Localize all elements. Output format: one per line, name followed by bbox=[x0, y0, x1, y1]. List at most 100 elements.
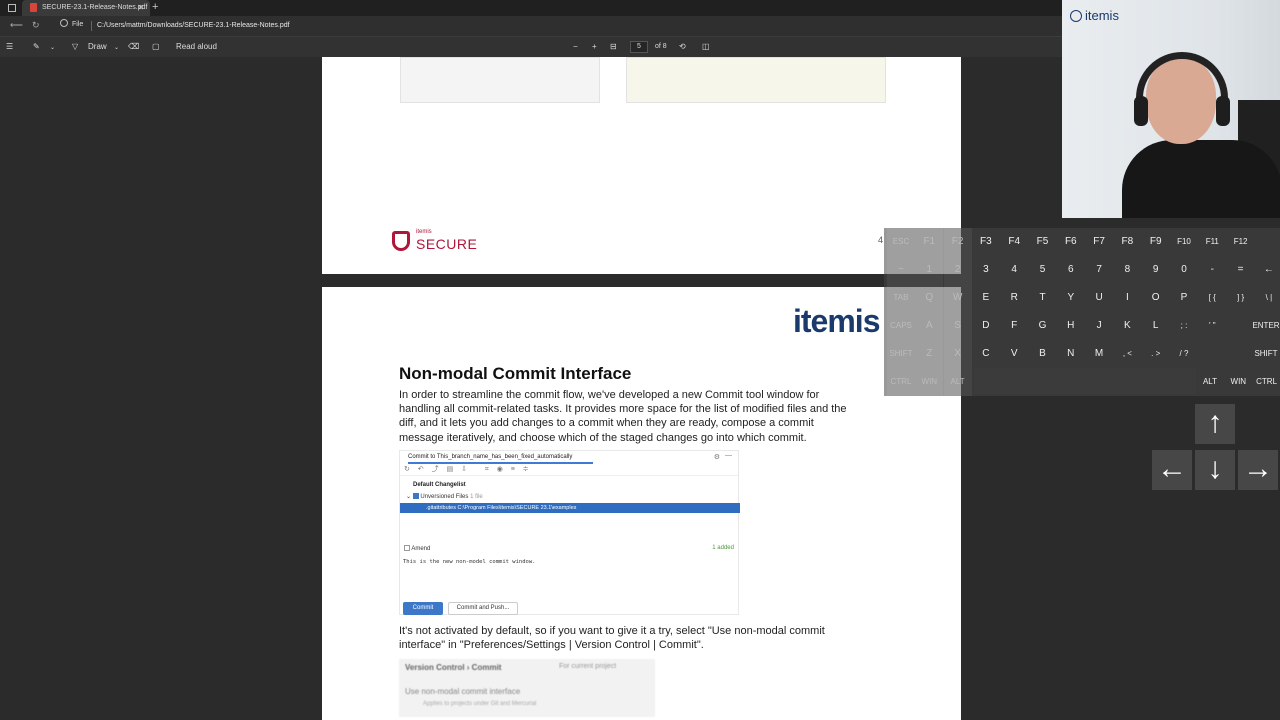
key-right-alt[interactable]: ALT bbox=[1196, 368, 1224, 396]
key-esc[interactable]: ESC bbox=[887, 228, 915, 256]
key-7[interactable]: 7 bbox=[1085, 256, 1113, 284]
key-f10[interactable]: F10 bbox=[1170, 228, 1198, 256]
eraser-icon[interactable]: ⌫ bbox=[128, 42, 139, 51]
key-f4[interactable]: F4 bbox=[1000, 228, 1028, 256]
contents-menu-icon[interactable]: ☰ bbox=[6, 42, 13, 51]
key-c[interactable]: C bbox=[972, 340, 1000, 368]
key-[interactable]: ← bbox=[1255, 256, 1280, 284]
key-[interactable]: = bbox=[1227, 256, 1255, 284]
key-4[interactable]: 4 bbox=[1000, 256, 1028, 284]
url-field[interactable]: C:/Users/mattm/Downloads/SECURE-23.1-Rel… bbox=[97, 22, 290, 29]
key-[interactable]: ; : bbox=[1170, 312, 1198, 340]
spacebar-key[interactable] bbox=[974, 368, 1196, 394]
key-f5[interactable]: F5 bbox=[1029, 228, 1057, 256]
key-[interactable]: , < bbox=[1113, 340, 1141, 368]
key-left-alt[interactable]: ALT bbox=[943, 368, 972, 396]
site-info-chip[interactable]: File bbox=[60, 19, 83, 28]
key-shift[interactable]: SHIFT bbox=[1252, 340, 1280, 368]
arrow-down-key[interactable]: ↓ bbox=[1195, 450, 1235, 490]
key-p[interactable]: P bbox=[1170, 284, 1198, 312]
key-[interactable]: ] } bbox=[1227, 284, 1255, 312]
key-1[interactable]: 1 bbox=[915, 256, 944, 284]
key-9[interactable]: 9 bbox=[1142, 256, 1170, 284]
new-tab-button[interactable]: + bbox=[152, 1, 158, 13]
draw-icon[interactable]: ▽ bbox=[72, 42, 78, 51]
key-n[interactable]: N bbox=[1057, 340, 1085, 368]
zoom-in-button[interactable]: + bbox=[592, 42, 597, 51]
key-j[interactable]: J bbox=[1085, 312, 1113, 340]
window-menu-icon[interactable] bbox=[8, 4, 16, 12]
key-shift[interactable]: SHIFT bbox=[887, 340, 915, 368]
key-left-win[interactable]: WIN bbox=[915, 368, 944, 396]
key-0[interactable]: 0 bbox=[1170, 256, 1198, 284]
key-3[interactable]: 3 bbox=[972, 256, 1000, 284]
key-[interactable]: . > bbox=[1142, 340, 1170, 368]
arrow-left-key[interactable]: ← bbox=[1152, 450, 1192, 490]
read-aloud-button[interactable]: Read aloud bbox=[176, 42, 217, 51]
key-l[interactable]: L bbox=[1142, 312, 1170, 340]
draw-button[interactable]: Draw bbox=[88, 42, 107, 51]
key-f6[interactable]: F6 bbox=[1057, 228, 1085, 256]
highlight-icon[interactable]: ✎ bbox=[33, 42, 40, 51]
key-o[interactable]: O bbox=[1142, 284, 1170, 312]
key-[interactable]: ~ bbox=[887, 256, 915, 284]
key-[interactable]: [ { bbox=[1198, 284, 1226, 312]
key-s[interactable]: S bbox=[943, 312, 972, 340]
arrow-up-key[interactable]: ↑ bbox=[1195, 404, 1235, 444]
key-f1[interactable]: F1 bbox=[915, 228, 944, 256]
key-v[interactable]: V bbox=[1000, 340, 1028, 368]
fit-page-icon[interactable]: ⊟ bbox=[610, 42, 617, 51]
key-k[interactable]: K bbox=[1113, 312, 1141, 340]
page-number-input[interactable]: 5 bbox=[630, 41, 648, 53]
key-right-win[interactable]: WIN bbox=[1224, 368, 1252, 396]
highlight-dropdown-icon[interactable]: ⌄ bbox=[50, 44, 55, 51]
key-f[interactable]: F bbox=[1000, 312, 1028, 340]
key-t[interactable]: T bbox=[1029, 284, 1057, 312]
key-f7[interactable]: F7 bbox=[1085, 228, 1113, 256]
page-view-icon[interactable]: ◫ bbox=[702, 42, 710, 51]
key-e[interactable]: E bbox=[972, 284, 1000, 312]
tab-release-notes[interactable]: SECURE-23.1-Release-Notes.pdf ✕ bbox=[22, 0, 150, 16]
key-f11[interactable]: F11 bbox=[1198, 228, 1226, 256]
draw-dropdown-icon[interactable]: ⌄ bbox=[114, 44, 119, 51]
key-[interactable]: ' " bbox=[1198, 312, 1226, 340]
key-u[interactable]: U bbox=[1085, 284, 1113, 312]
zoom-out-button[interactable]: − bbox=[573, 42, 578, 51]
key-g[interactable]: G bbox=[1029, 312, 1057, 340]
key-f3[interactable]: F3 bbox=[972, 228, 1000, 256]
key-[interactable]: \ | bbox=[1255, 284, 1280, 312]
key-b[interactable]: B bbox=[1029, 340, 1057, 368]
key-f12[interactable]: F12 bbox=[1227, 228, 1255, 256]
key-a[interactable]: A bbox=[915, 312, 944, 340]
key-q[interactable]: Q bbox=[915, 284, 944, 312]
read-aloud-icon[interactable]: ▢ bbox=[152, 42, 160, 51]
tab-close-icon[interactable]: ✕ bbox=[137, 3, 144, 12]
key-[interactable]: - bbox=[1198, 256, 1226, 284]
key-w[interactable]: W bbox=[943, 284, 972, 312]
key-z[interactable]: Z bbox=[915, 340, 944, 368]
key-d[interactable]: D bbox=[972, 312, 1000, 340]
key-right-ctrl[interactable]: CTRL bbox=[1253, 368, 1280, 396]
key-y[interactable]: Y bbox=[1057, 284, 1085, 312]
key-5[interactable]: 5 bbox=[1029, 256, 1057, 284]
key-caps[interactable]: CAPS bbox=[887, 312, 915, 340]
key-i[interactable]: I bbox=[1113, 284, 1141, 312]
arrow-right-key[interactable]: → bbox=[1238, 450, 1278, 490]
key-enter[interactable]: ENTER bbox=[1252, 312, 1280, 340]
key-6[interactable]: 6 bbox=[1057, 256, 1085, 284]
key-2[interactable]: 2 bbox=[943, 256, 972, 284]
key-left-ctrl[interactable]: CTRL bbox=[887, 368, 915, 396]
refresh-icon[interactable]: ↻ bbox=[32, 20, 40, 31]
key-f2[interactable]: F2 bbox=[943, 228, 972, 256]
key-r[interactable]: R bbox=[1000, 284, 1028, 312]
key-tab[interactable]: TAB bbox=[887, 284, 915, 312]
key-f8[interactable]: F8 bbox=[1113, 228, 1141, 256]
key-f9[interactable]: F9 bbox=[1142, 228, 1170, 256]
key-8[interactable]: 8 bbox=[1113, 256, 1141, 284]
key-m[interactable]: M bbox=[1085, 340, 1113, 368]
key-x[interactable]: X bbox=[943, 340, 972, 368]
back-arrow-icon[interactable]: ⟵ bbox=[10, 20, 23, 31]
key-[interactable]: / ? bbox=[1170, 340, 1198, 368]
key-h[interactable]: H bbox=[1057, 312, 1085, 340]
rotate-icon[interactable]: ⟲ bbox=[679, 42, 686, 51]
